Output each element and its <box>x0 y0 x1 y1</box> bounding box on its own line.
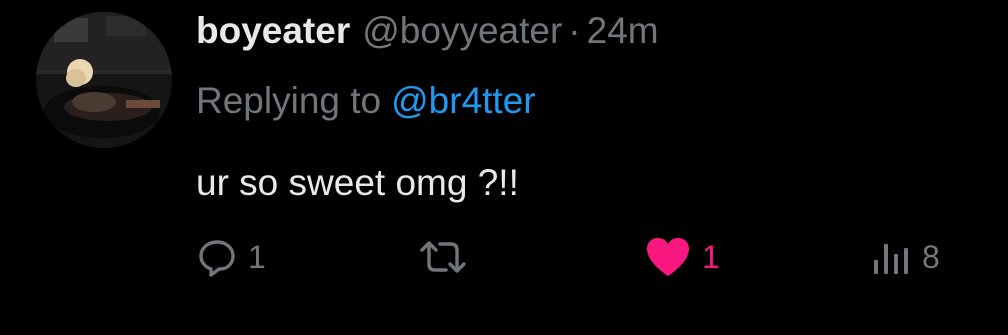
like-button[interactable]: 1 <box>644 232 720 282</box>
timestamp[interactable]: 24m <box>587 6 659 56</box>
tweet[interactable]: boyeater @boyyeater · 24m Replying to @br… <box>0 0 1008 335</box>
avatar[interactable] <box>36 12 172 148</box>
reply-bubble-icon <box>196 236 238 278</box>
heart-icon <box>644 236 692 278</box>
separator-dot: · <box>568 10 581 51</box>
tweet-header: boyeater @boyyeater · 24m <box>196 6 659 56</box>
reply-button[interactable]: 1 <box>196 232 266 282</box>
replying-to-label: Replying to <box>196 80 382 121</box>
display-name[interactable]: boyeater <box>196 6 350 56</box>
tweet-text: ur so sweet omg ?!! <box>196 162 519 203</box>
replying-to: Replying to @br4tter <box>196 76 536 126</box>
user-handle[interactable]: @boyyeater <box>362 6 562 56</box>
retweet-button[interactable] <box>418 232 478 282</box>
reply-mention-link[interactable]: @br4tter <box>391 80 536 121</box>
reply-count: 1 <box>248 239 266 275</box>
action-bar: 1 1 8 <box>0 232 1008 282</box>
analytics-bars-icon <box>870 236 912 278</box>
views-count: 8 <box>922 239 940 275</box>
like-count: 1 <box>702 239 720 275</box>
views-button[interactable]: 8 <box>870 232 940 282</box>
retweet-icon <box>418 236 468 278</box>
